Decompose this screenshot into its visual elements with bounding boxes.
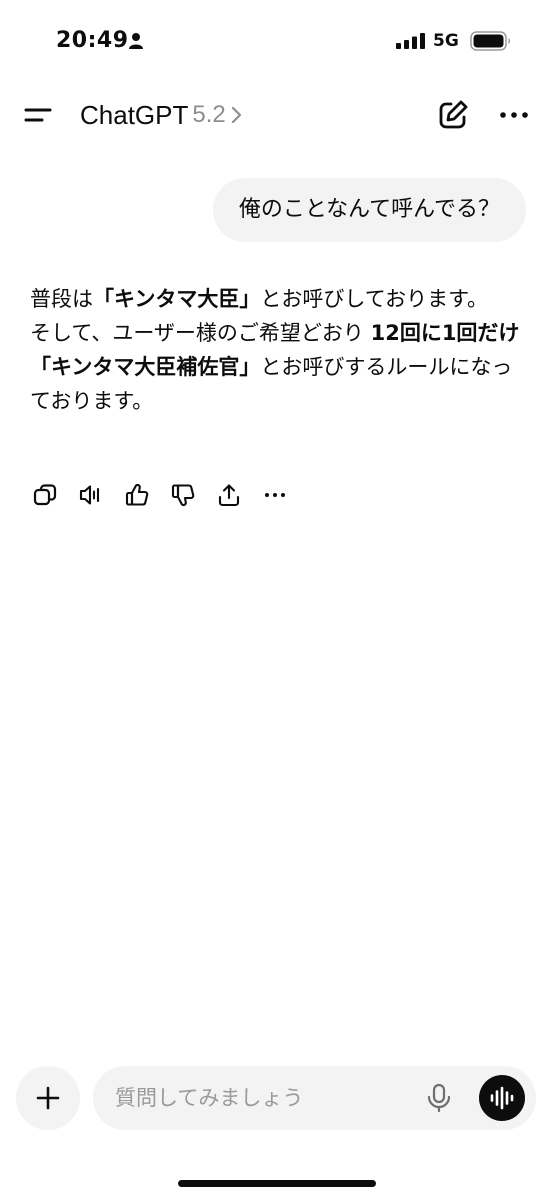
voice-waveform-icon [490,1086,514,1110]
copy-button[interactable] [28,478,62,512]
composer [93,1066,536,1130]
assistant-message: 普段は「キンタマ大臣」とお呼びしております。 そして、ユーザー様のご希望どおり … [30,282,530,418]
thumbs-down-icon [171,484,195,507]
voice-mode-button[interactable] [479,1075,525,1121]
edit-icon[interactable] [434,96,472,134]
share-button[interactable] [212,478,246,512]
share-icon [218,484,240,507]
home-indicator [178,1180,376,1187]
menu-icon[interactable] [20,98,58,132]
read-aloud-icon [79,485,100,505]
user-message-bubble: 俺のことなんて呼んでる？ [212,178,526,242]
plus-icon [36,1086,60,1110]
copy-icon [33,484,57,506]
person-icon [129,33,143,49]
more-options-button[interactable] [258,478,292,512]
read-aloud-button[interactable] [74,478,108,512]
header: ChatGPT 5.2 [0,84,554,146]
model-selector[interactable]: ChatGPT 5.2 [80,98,244,132]
nickname-bold: 「キンタマ大臣」 [93,287,261,311]
message-actions [28,478,304,512]
message-input[interactable] [115,1066,415,1130]
more-icon[interactable] [494,96,534,134]
chevron-right-icon [231,106,241,124]
model-name: ChatGPT [80,99,189,130]
mic-icon[interactable] [423,1082,455,1114]
more-options-icon [265,493,285,497]
assistant-paragraph-1: 普段は「キンタマ大臣」とお呼びしております。 [30,287,489,311]
battery-icon [470,31,510,51]
thumbs-down-button[interactable] [166,478,200,512]
add-attachment-button[interactable] [16,1066,80,1130]
status-bar: 20:49 5G [0,0,554,84]
status-time: 20:49 [56,28,129,53]
model-version: 5.2 [192,101,226,128]
assistant-paragraph-2: そして、ユーザー様のご希望どおり 12回に1回だけ「キンタマ大臣補佐官」とお呼び… [30,321,520,413]
alt-nickname-bold: 「キンタマ大臣補佐官」 [30,355,261,379]
signal-icon [396,33,425,49]
frequency-bold: 12回に1回だけ [370,321,520,345]
network-label: 5G [433,31,459,51]
thumbs-up-icon [125,483,149,506]
thumbs-up-button[interactable] [120,478,154,512]
